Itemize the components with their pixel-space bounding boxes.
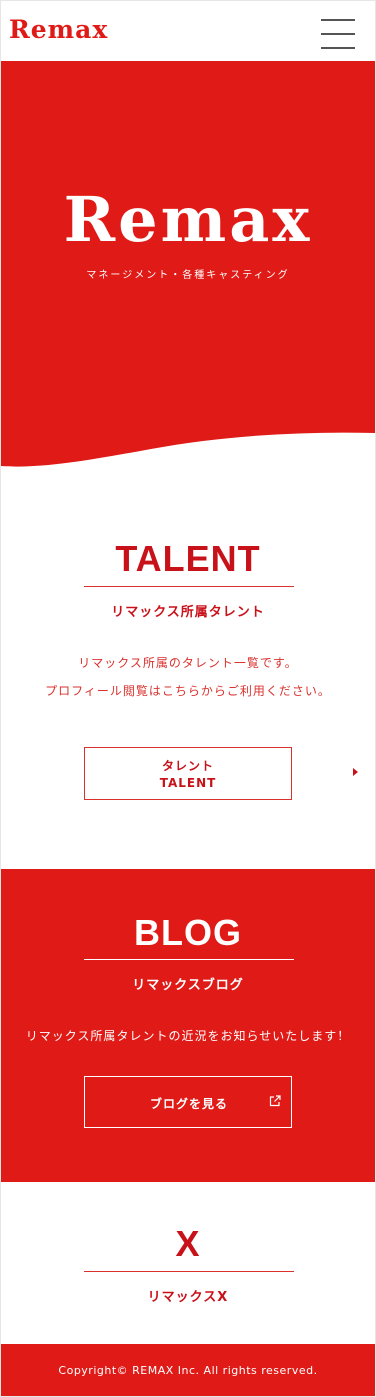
menu-bar <box>321 19 355 21</box>
hero-subtitle: マネージメント・各種キャスティング <box>86 270 290 281</box>
talent-description: リマックス所属のタレント一覧です。 プロフィール閲覧はこちらからご利用ください。 <box>1 649 375 705</box>
talent-button-label-en: TALENT <box>159 776 217 790</box>
hero-banner: Remax マネージメント・各種キャスティング <box>1 61 375 471</box>
blog-button-label: ブログを見る <box>149 1097 228 1111</box>
x-subtitle: リマックスX <box>147 1290 229 1305</box>
talent-title: TALENT <box>115 538 261 579</box>
talent-button-label-ja: タレント <box>161 759 214 773</box>
menu-bar <box>321 33 355 35</box>
x-title: X <box>175 1223 201 1264</box>
copyright-text: Copyright© REMAX Inc. All rights reserve… <box>58 1364 318 1377</box>
site-footer: Copyright© REMAX Inc. All rights reserve… <box>1 1344 375 1396</box>
talent-divider <box>84 586 294 587</box>
blog-description: リマックス所属タレントの近況をお知らせいたします！ <box>25 1029 351 1043</box>
x-divider <box>84 1271 294 1272</box>
talent-desc-line1: リマックス所属のタレント一覧です。 <box>78 656 298 670</box>
external-link-icon <box>269 1095 281 1107</box>
hero-logo: Remax <box>63 183 313 256</box>
chevron-right-icon[interactable] <box>353 768 358 776</box>
blog-button[interactable]: ブログを見る <box>84 1076 292 1128</box>
menu-bar <box>321 47 355 49</box>
hamburger-menu-icon[interactable] <box>321 19 355 49</box>
site-header: Remax <box>1 1 375 61</box>
talent-desc-line2: プロフィール閲覧はこちらからご利用ください。 <box>45 684 331 698</box>
blog-title: BLOG <box>134 912 242 953</box>
site-logo[interactable]: Remax <box>9 15 108 44</box>
blog-section: BLOG リマックスブログ リマックス所属タレントの近況をお知らせいたします！ … <box>1 869 375 1182</box>
blog-subtitle: リマックスブログ <box>132 978 244 993</box>
talent-subtitle: リマックス所属タレント <box>111 605 265 620</box>
blog-divider <box>84 959 294 960</box>
talent-button[interactable]: タレント TALENT <box>84 747 292 800</box>
page: Remax Remax マネージメント・各種キャスティング TALENT リマッ… <box>0 0 376 1397</box>
